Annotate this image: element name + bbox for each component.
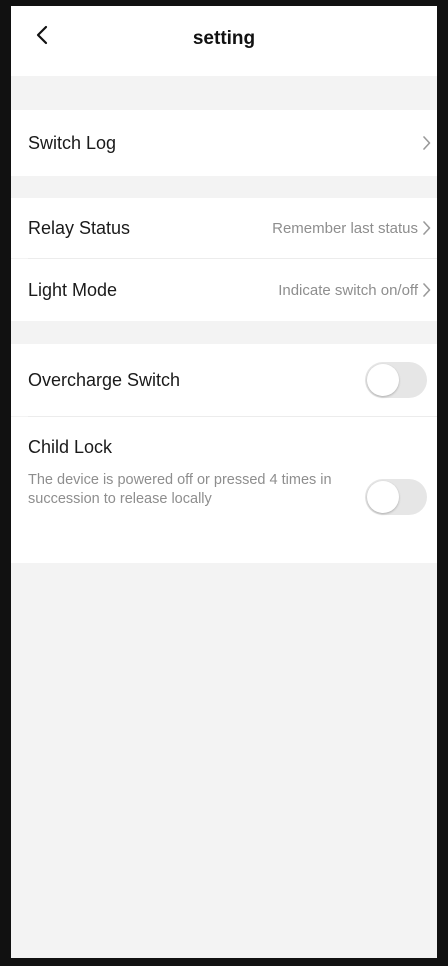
switch-log-row[interactable]: Switch Log	[11, 110, 437, 176]
page-title: setting	[192, 28, 256, 49]
child-lock-description: The device is powered off or pressed 4 t…	[28, 472, 332, 507]
relay-status-label: Relay Status	[28, 217, 131, 238]
chevron-right-icon	[422, 221, 431, 235]
chevron-right-icon	[422, 283, 431, 297]
overcharge-switch-toggle[interactable]	[365, 362, 427, 398]
toggle-knob	[367, 481, 399, 513]
phone-screen: setting Switch Log Relay Status Remember…	[0, 0, 448, 966]
light-mode-value: Indicate switch on/off	[278, 281, 418, 299]
toggle-knob	[367, 364, 399, 396]
child-lock-label: Child Lock	[28, 437, 113, 457]
relay-status-value: Remember last status	[272, 219, 418, 237]
switch-log-label: Switch Log	[28, 132, 117, 153]
overcharge-switch-label: Overcharge Switch	[28, 369, 181, 390]
child-lock-row: Child Lock The device is powered off or …	[11, 417, 437, 563]
chevron-right-icon	[422, 136, 431, 150]
overcharge-switch-row: Overcharge Switch	[11, 344, 437, 416]
relay-status-row[interactable]: Relay Status Remember last status	[11, 198, 437, 258]
top-bar: setting	[11, 6, 437, 76]
light-mode-label: Light Mode	[28, 279, 118, 300]
child-lock-toggle[interactable]	[365, 479, 427, 515]
light-mode-row[interactable]: Light Mode Indicate switch on/off	[11, 259, 437, 321]
